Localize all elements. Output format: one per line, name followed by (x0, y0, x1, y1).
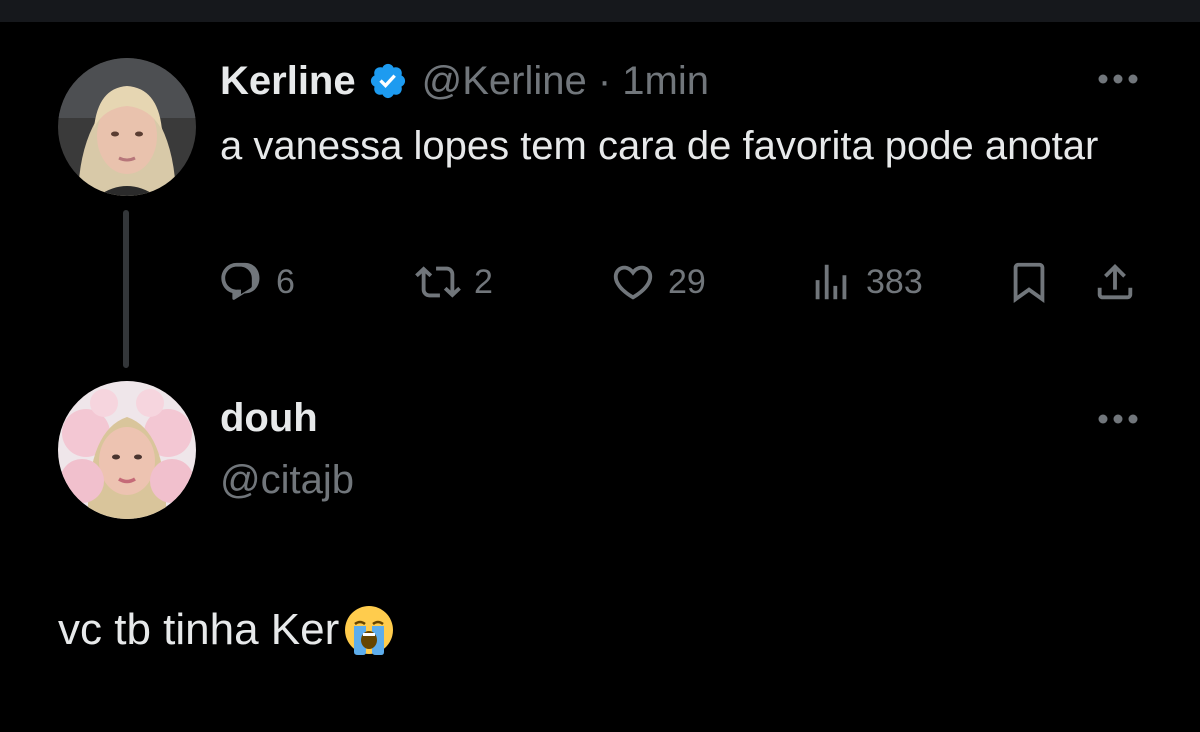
retweet-button[interactable]: 2 (414, 254, 493, 310)
reply-display-name[interactable]: douh (220, 396, 318, 441)
thread-line (123, 210, 129, 368)
bookmark-button[interactable] (1006, 254, 1052, 310)
reply-icon (221, 262, 260, 300)
verified-badge-icon (368, 61, 408, 101)
views-button[interactable]: 383 (808, 254, 923, 310)
parent-tweet-text: a vanessa lopes tem cara de favorita pod… (220, 124, 1099, 168)
share-icon (1097, 263, 1133, 300)
reply-count: 6 (276, 262, 295, 301)
reply-text-content: vc tb tinha Ker (58, 605, 340, 654)
reply-tweet-text: vc tb tinha Ker (58, 602, 397, 658)
parent-display-name[interactable]: Kerline (220, 59, 356, 104)
loudly-crying-face-icon (341, 602, 397, 658)
like-button[interactable]: 29 (610, 254, 706, 310)
heart-icon (613, 265, 653, 300)
parent-tweet-header: Kerline @Kerline · 1min (220, 56, 709, 106)
share-button[interactable] (1092, 254, 1138, 310)
reply-button[interactable]: 6 (218, 254, 295, 310)
more-options-icon[interactable] (1096, 412, 1140, 426)
parent-handle-time[interactable]: @Kerline · 1min (422, 59, 709, 104)
reply-handle[interactable]: @citajb (220, 458, 354, 503)
views-chart-icon (815, 264, 847, 300)
like-count: 29 (668, 262, 706, 301)
avatar-kerline[interactable] (58, 58, 196, 196)
more-options-icon[interactable] (1096, 72, 1140, 86)
top-strip (0, 0, 1200, 22)
tweet-actions: 6 2 29 383 (218, 254, 1148, 310)
views-count: 383 (866, 262, 923, 301)
retweet-icon (415, 266, 461, 298)
bookmark-icon (1013, 262, 1045, 303)
retweet-count: 2 (474, 262, 493, 301)
avatar-douh[interactable] (58, 381, 196, 519)
